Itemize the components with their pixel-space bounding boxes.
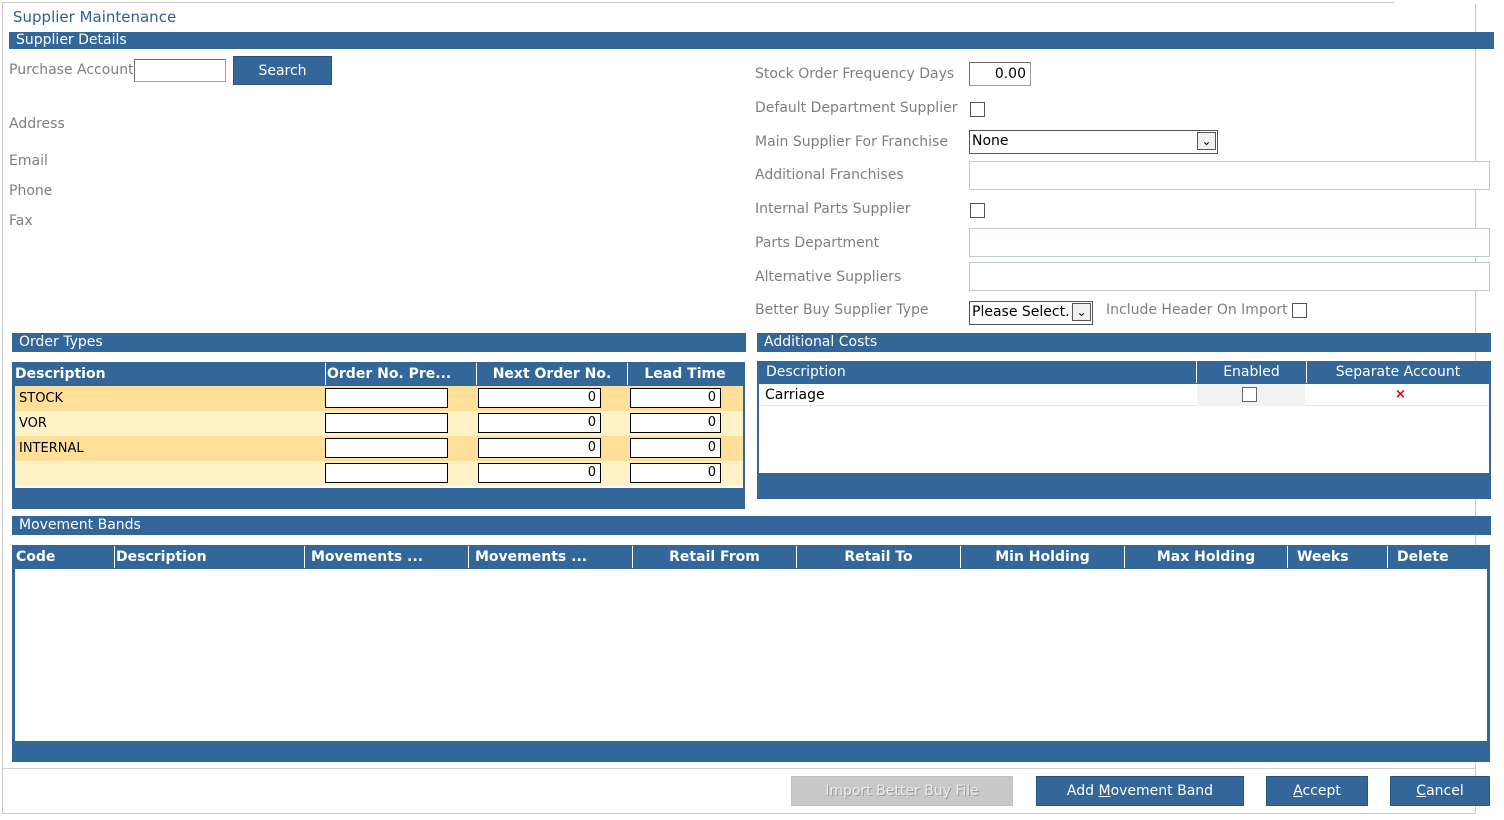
chevron-down-icon[interactable]: ⌄: [1197, 132, 1216, 150]
table-row[interactable]: INTERNAL 0 0: [15, 436, 743, 461]
col-band-description[interactable]: Description: [115, 546, 305, 568]
alternative-suppliers-label: Alternative Suppliers: [755, 269, 902, 285]
row-description: STOCK: [19, 391, 64, 406]
col-weeks[interactable]: Weeks: [1288, 546, 1388, 568]
order-prefix-input[interactable]: [325, 413, 448, 433]
fax-label: Fax: [9, 213, 33, 229]
col-movements-to[interactable]: Movements ...: [469, 546, 633, 568]
include-header-checkbox[interactable]: [1292, 303, 1307, 318]
phone-label: Phone: [9, 183, 53, 199]
add-band-label-post: ovement Band: [1110, 783, 1214, 799]
table-row[interactable]: VOR 0 0: [15, 411, 743, 436]
movement-bands-body: [15, 569, 1487, 741]
footer-divider: [2, 768, 1476, 769]
col-min-holding[interactable]: Min Holding: [961, 546, 1125, 568]
add-band-label-pre: Add: [1066, 783, 1099, 799]
better-buy-supplier-type-value: Please Select.: [972, 304, 1070, 320]
stock-order-frequency-label: Stock Order Frequency Days: [755, 66, 955, 82]
order-prefix-input[interactable]: [325, 388, 448, 408]
internal-parts-supplier-checkbox[interactable]: [970, 203, 985, 218]
purchase-account-label: Purchase Account: [9, 62, 134, 78]
next-order-input[interactable]: 0: [478, 438, 601, 458]
stock-order-frequency-input[interactable]: [969, 62, 1031, 86]
add-movement-band-button[interactable]: Add Movement Band: [1036, 776, 1244, 806]
lead-time-input[interactable]: 0: [630, 413, 721, 433]
better-buy-supplier-type-label: Better Buy Supplier Type: [755, 302, 929, 318]
table-row[interactable]: STOCK 0 0: [15, 386, 743, 411]
include-header-label: Include Header On Import: [1106, 302, 1288, 318]
main-supplier-select[interactable]: None ⌄: [969, 130, 1218, 154]
next-order-input[interactable]: 0: [478, 463, 601, 483]
col-retail-to[interactable]: Retail To: [797, 546, 961, 568]
col-max-holding[interactable]: Max Holding: [1125, 546, 1288, 568]
accept-button[interactable]: Accept: [1266, 776, 1368, 806]
table-row[interactable]: 0 0: [15, 461, 743, 486]
col-cost-description[interactable]: Description: [760, 361, 1197, 383]
internal-parts-supplier-label: Internal Parts Supplier: [755, 201, 911, 217]
additional-costs-grid: Description Enabled Separate Account Car…: [757, 361, 1491, 499]
better-buy-supplier-type-select[interactable]: Please Select. ⌄: [969, 301, 1093, 325]
col-enabled[interactable]: Enabled: [1197, 361, 1307, 383]
row-description: INTERNAL: [19, 441, 84, 456]
chevron-down-icon[interactable]: ⌄: [1072, 303, 1091, 321]
accept-label-post: ccept: [1302, 783, 1341, 799]
close-icon[interactable]: ×: [1395, 384, 1406, 406]
address-label: Address: [9, 116, 65, 132]
import-better-buy-file-button[interactable]: Import Better Buy File: [791, 776, 1013, 806]
col-code[interactable]: Code: [15, 546, 115, 568]
col-delete[interactable]: Delete: [1388, 546, 1488, 568]
window-title: Supplier Maintenance: [13, 8, 177, 26]
cost-description: Carriage: [765, 387, 825, 403]
default-department-supplier-label: Default Department Supplier: [755, 100, 958, 116]
alternative-suppliers-input[interactable]: [969, 262, 1490, 291]
parts-department-label: Parts Department: [755, 235, 880, 251]
order-prefix-input[interactable]: [325, 438, 448, 458]
movement-bands-grid: Code Description Movements ... Movements…: [12, 545, 1490, 762]
col-separate-account[interactable]: Separate Account: [1307, 361, 1489, 383]
order-types-grid: Description Order No. Pre... Next Order …: [12, 362, 745, 509]
additional-costs-header: Additional Costs: [757, 333, 1491, 352]
parts-department-input[interactable]: [969, 228, 1490, 257]
col-next-order[interactable]: Next Order No.: [477, 363, 628, 385]
order-types-header: Order Types: [12, 333, 746, 352]
supplier-details-header: Supplier Details: [9, 32, 1494, 49]
col-retail-from[interactable]: Retail From: [633, 546, 797, 568]
cancel-label-post: ancel: [1426, 783, 1464, 799]
lead-time-input[interactable]: 0: [630, 463, 721, 483]
lead-time-input[interactable]: 0: [630, 438, 721, 458]
next-order-input[interactable]: 0: [478, 413, 601, 433]
order-types-body: STOCK 0 0 VOR 0 0 INTERNAL 0 0 0 0: [15, 386, 743, 488]
cancel-label-accesskey: C: [1416, 783, 1427, 799]
row-description: VOR: [19, 416, 47, 431]
main-supplier-label: Main Supplier For Franchise: [755, 134, 948, 150]
col-order-prefix[interactable]: Order No. Pre...: [326, 363, 477, 385]
col-description[interactable]: Description: [15, 363, 326, 385]
enabled-cell: [1197, 384, 1305, 406]
main-supplier-value: None: [972, 133, 1009, 149]
default-department-supplier-checkbox[interactable]: [970, 102, 985, 117]
additional-franchises-input[interactable]: [969, 161, 1490, 190]
search-button[interactable]: Search: [233, 56, 332, 85]
col-lead-time[interactable]: Lead Time: [628, 363, 742, 385]
col-movements-from[interactable]: Movements ...: [305, 546, 469, 568]
table-row[interactable]: Carriage ×: [759, 384, 1489, 406]
additional-franchises-label: Additional Franchises: [755, 167, 904, 183]
cancel-button[interactable]: Cancel: [1390, 776, 1490, 806]
order-prefix-input[interactable]: [325, 463, 448, 483]
lead-time-input[interactable]: 0: [630, 388, 721, 408]
purchase-account-input[interactable]: [134, 59, 226, 82]
frame-notch: [1394, 0, 1476, 4]
movement-bands-header: Movement Bands: [12, 516, 1491, 535]
enabled-checkbox[interactable]: [1242, 387, 1257, 402]
additional-costs-body: Carriage ×: [759, 384, 1489, 473]
add-band-label-accesskey: M: [1098, 783, 1111, 799]
email-label: Email: [9, 153, 48, 169]
next-order-input[interactable]: 0: [478, 388, 601, 408]
